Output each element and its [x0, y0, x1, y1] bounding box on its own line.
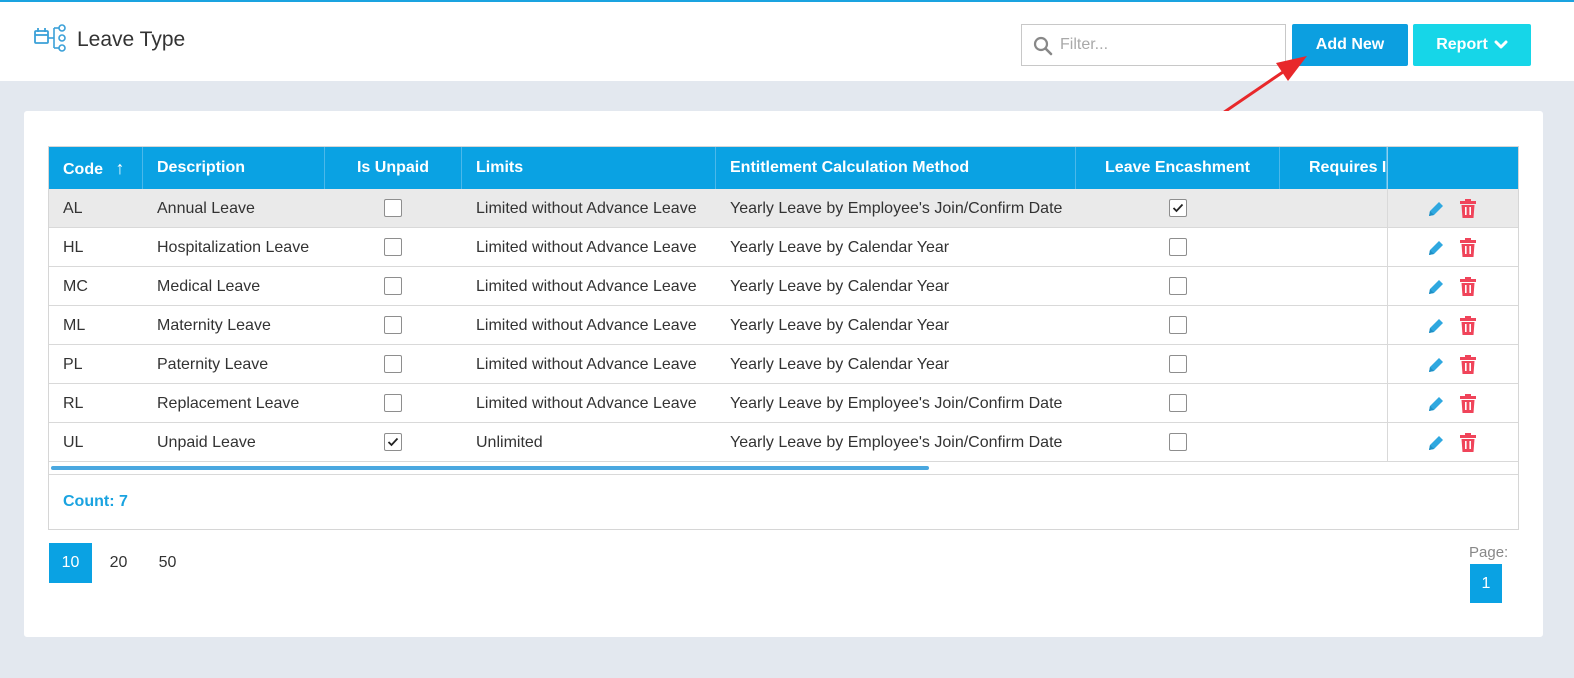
leave-encashment-checkbox[interactable]: [1169, 277, 1187, 295]
trash-icon[interactable]: [1460, 355, 1476, 379]
cell-limits: Unlimited: [476, 434, 543, 451]
trash-icon[interactable]: [1460, 433, 1476, 457]
is-unpaid-checkbox[interactable]: [384, 238, 402, 256]
page-title: Leave Type: [77, 28, 186, 51]
report-button[interactable]: Report: [1413, 24, 1531, 66]
page-header: Leave Type Add New Report: [0, 2, 1574, 81]
pencil-icon[interactable]: [1427, 356, 1445, 379]
actions-divider: [1387, 228, 1388, 267]
is-unpaid-checkbox[interactable]: [384, 394, 402, 412]
page-size-10[interactable]: 10: [49, 543, 92, 583]
cell-description: Annual Leave: [157, 200, 255, 217]
cell-limits: Limited without Advance Leave: [476, 317, 697, 334]
cell-entitlement-method: Yearly Leave by Calendar Year: [730, 317, 950, 334]
cell-entitlement-method: Yearly Leave by Calendar Year: [730, 239, 950, 256]
cell-limits: Limited without Advance Leave: [476, 200, 697, 217]
page-size-20[interactable]: 20: [97, 543, 140, 583]
trash-icon[interactable]: [1460, 238, 1476, 262]
is-unpaid-checkbox[interactable]: [384, 433, 402, 451]
trash-icon[interactable]: [1460, 316, 1476, 340]
cell-code: HL: [63, 239, 84, 256]
column-header-description[interactable]: Description: [143, 147, 325, 189]
table-row[interactable]: ML Maternity Leave Limited without Advance…: [49, 306, 1518, 345]
cell-entitlement-method: Yearly Leave by Employee's Join/Confirm …: [730, 434, 1063, 451]
leave-encashment-checkbox[interactable]: [1169, 433, 1187, 451]
is-unpaid-checkbox[interactable]: [384, 316, 402, 334]
pencil-icon[interactable]: [1427, 395, 1445, 418]
leave-encashment-checkbox[interactable]: [1169, 394, 1187, 412]
column-header-limits[interactable]: Limits: [462, 147, 716, 189]
cell-code: ML: [63, 317, 86, 334]
trash-icon[interactable]: [1460, 394, 1476, 418]
table-row[interactable]: UL Unpaid Leave Unlimited Yearly Leave by E…: [49, 423, 1518, 462]
actions-divider: [1387, 267, 1388, 306]
add-new-label: Add New: [1315, 36, 1385, 53]
cell-limits: Limited without Advance Leave: [476, 395, 697, 412]
page-button-1[interactable]: 1: [1470, 564, 1502, 603]
table-row[interactable]: PL Paternity Leave Limited without Advance…: [49, 345, 1518, 384]
cell-description: Replacement Leave: [157, 395, 300, 412]
actions-divider: [1387, 189, 1388, 228]
cell-limits: Limited without Advance Leave: [476, 239, 697, 256]
trash-icon[interactable]: [1460, 277, 1476, 301]
table-row[interactable]: RL Replacement Leave Limited without Advan…: [49, 384, 1518, 423]
is-unpaid-checkbox[interactable]: [384, 277, 402, 295]
cell-limits: Limited without Advance Leave: [476, 278, 697, 295]
cell-code: MC: [63, 278, 88, 295]
cell-description: Hospitalization Leave: [157, 239, 310, 256]
column-header-leave-encashment[interactable]: Leave Encashment: [1076, 147, 1280, 189]
search-icon: [1033, 36, 1053, 56]
cell-code: UL: [63, 434, 84, 451]
cell-description: Medical Leave: [157, 278, 261, 295]
report-label: Report: [1436, 36, 1488, 53]
grid-footer: Count: 7: [49, 474, 1518, 529]
table-header: Code ↑ Description Is Unpaid Limits Enti…: [49, 147, 1518, 189]
actions-divider: [1387, 423, 1388, 462]
pencil-icon[interactable]: [1427, 434, 1445, 457]
cell-description: Paternity Leave: [157, 356, 269, 373]
cell-description: Unpaid Leave: [157, 434, 256, 451]
horizontal-scrollbar[interactable]: [51, 466, 929, 470]
actions-divider: [1387, 345, 1388, 384]
sort-ascending-icon: ↑: [115, 158, 125, 178]
cell-code: AL: [63, 200, 83, 217]
pencil-icon[interactable]: [1427, 317, 1445, 340]
column-header-code[interactable]: Code ↑: [49, 147, 143, 189]
hierarchy-calendar-icon: [34, 24, 68, 52]
page-label: Page:: [1469, 544, 1509, 561]
actions-divider: [1387, 384, 1388, 423]
leave-type-grid: Code ↑ Description Is Unpaid Limits Enti…: [48, 146, 1519, 530]
is-unpaid-checkbox[interactable]: [384, 199, 402, 217]
column-header-is-unpaid[interactable]: Is Unpaid: [325, 147, 462, 189]
cell-entitlement-method: Yearly Leave by Calendar Year: [730, 278, 950, 295]
table-row[interactable]: AL Annual Leave Limited without Advance Le…: [49, 189, 1518, 228]
trash-icon[interactable]: [1460, 199, 1476, 223]
column-header-requires[interactable]: Requires I: [1280, 147, 1387, 189]
cell-code: RL: [63, 395, 84, 412]
column-header-actions: [1387, 147, 1518, 189]
cell-entitlement-method: Yearly Leave by Calendar Year: [730, 356, 950, 373]
leave-encashment-checkbox[interactable]: [1169, 238, 1187, 256]
leave-encashment-checkbox[interactable]: [1169, 316, 1187, 334]
pencil-icon[interactable]: [1427, 200, 1445, 223]
pencil-icon[interactable]: [1427, 278, 1445, 301]
is-unpaid-checkbox[interactable]: [384, 355, 402, 373]
leave-encashment-checkbox[interactable]: [1169, 199, 1187, 217]
cell-entitlement-method: Yearly Leave by Employee's Join/Confirm …: [730, 395, 1063, 412]
column-header-entitlement-method[interactable]: Entitlement Calculation Method: [716, 147, 1076, 189]
cell-entitlement-method: Yearly Leave by Employee's Join/Confirm …: [730, 200, 1063, 217]
leave-encashment-checkbox[interactable]: [1169, 355, 1187, 373]
cell-code: PL: [63, 356, 83, 373]
chevron-down-icon: [1494, 40, 1508, 49]
table-row[interactable]: HL Hospitalization Leave Limited without A…: [49, 228, 1518, 267]
actions-divider: [1387, 306, 1388, 345]
page-size-50[interactable]: 50: [146, 543, 189, 583]
row-count: Count: 7: [63, 493, 128, 510]
pencil-icon[interactable]: [1427, 239, 1445, 262]
cell-limits: Limited without Advance Leave: [476, 356, 697, 373]
table-row[interactable]: MC Medical Leave Limited without Advance L…: [49, 267, 1518, 306]
cell-description: Maternity Leave: [157, 317, 271, 334]
